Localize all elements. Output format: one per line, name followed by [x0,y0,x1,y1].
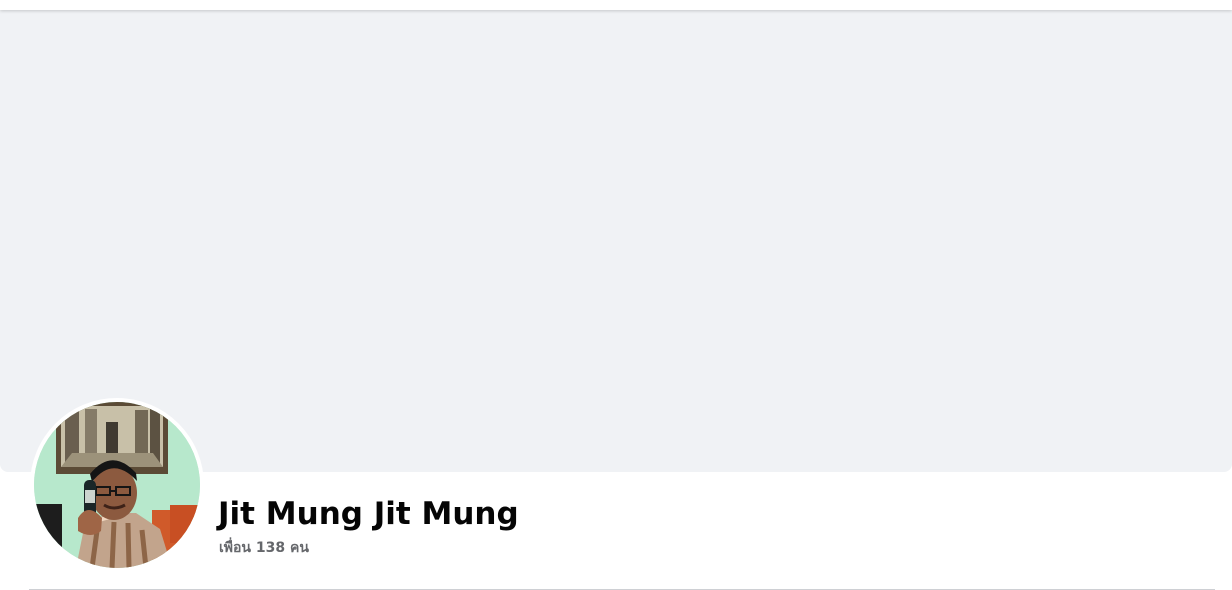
avatar-image [34,402,200,568]
cover-photo-area[interactable] [0,10,1232,472]
profile-page: Jit Mung Jit Mung เพื่อน 138 คน [0,0,1232,590]
friend-count-link[interactable]: เพื่อน 138 คน [219,538,309,558]
profile-photo[interactable] [34,402,200,568]
profile-picture[interactable] [30,398,204,572]
top-navigation-bar-edge [0,0,1232,10]
profile-name: Jit Mung Jit Mung [218,496,519,532]
